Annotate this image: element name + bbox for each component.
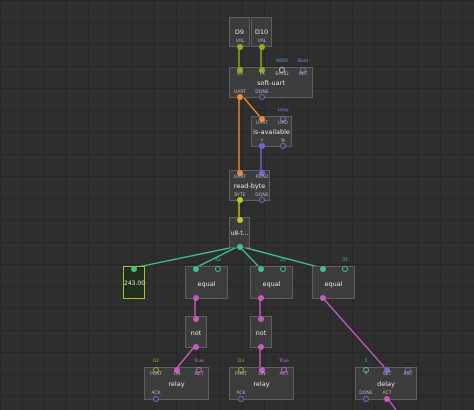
pin-label-act: ACT xyxy=(279,372,289,377)
link-u8-equal1[interactable] xyxy=(194,245,240,269)
pin-label-rx: RX xyxy=(236,72,244,77)
node-soft-uart[interactable]: 9600 Boot RX TX BAUD INIT soft-uart UART… xyxy=(229,59,313,100)
watch-value: 243.00 xyxy=(124,280,145,287)
node-label: D10 xyxy=(254,28,269,36)
pin-val[interactable] xyxy=(259,44,265,50)
pin-value: 31 xyxy=(342,258,348,263)
pin-label-baud: BAUD xyxy=(275,72,289,77)
pin-byte[interactable] xyxy=(237,197,243,203)
node-d10[interactable]: D10 VAL xyxy=(251,17,272,50)
pin-label-on: ON xyxy=(258,372,266,377)
node-label: equal xyxy=(197,280,216,288)
pin-uart[interactable] xyxy=(237,94,243,100)
node-label: soft-uart xyxy=(257,79,285,87)
pin-label-uart: UART xyxy=(233,175,247,180)
pin-value-baud: 9600 xyxy=(276,59,288,64)
pin-in-1[interactable] xyxy=(320,266,326,272)
links-layer xyxy=(132,47,397,410)
node-equal-2[interactable]: 20 equal xyxy=(250,258,293,301)
node-label: not xyxy=(255,329,267,337)
node-label: not xyxy=(190,329,202,337)
pin-in-1[interactable] xyxy=(258,266,264,272)
pin-label-port: PORT xyxy=(234,372,248,377)
pin-done[interactable] xyxy=(259,197,265,203)
node-label: read-byte xyxy=(233,182,266,190)
node-label: is-available xyxy=(253,128,290,136)
pin-ack[interactable] xyxy=(153,396,159,402)
node-label: equal xyxy=(262,280,281,288)
pin-value-act: True xyxy=(194,359,204,364)
pin-out[interactable] xyxy=(258,295,264,301)
patch-canvas[interactable]: D9 VAL D10 VAL 9600 Boot RX TX BAUD INIT… xyxy=(0,0,474,410)
pin-in-1[interactable] xyxy=(193,266,199,272)
link-not1-relay1[interactable] xyxy=(175,345,196,370)
pin-label-uart: UART xyxy=(255,121,269,126)
pin-in-2[interactable] xyxy=(280,266,286,272)
pin-label-set: SET xyxy=(382,372,392,377)
link-u8-equal3[interactable] xyxy=(238,245,323,269)
node-not-1[interactable]: not xyxy=(185,316,207,350)
pin-value-act: True xyxy=(279,359,289,364)
node-label: u8-t... xyxy=(230,230,249,237)
pin-y[interactable] xyxy=(259,143,265,149)
node-label: relay xyxy=(253,380,270,388)
pin-value: 42 xyxy=(215,258,221,263)
node-label: relay xyxy=(168,380,185,388)
node-relay-1[interactable]: D2 True PORT ON ACT relay ACK xyxy=(144,359,209,402)
pin-value-init: Boot xyxy=(297,59,309,64)
pin-label-on: ON xyxy=(173,372,181,377)
node-not-2[interactable]: not xyxy=(250,316,272,350)
pin-ack[interactable] xyxy=(238,396,244,402)
pin-value-port: D3 xyxy=(237,359,245,364)
pin-out[interactable] xyxy=(258,344,264,350)
node-label: delay xyxy=(377,380,395,388)
pin-out[interactable] xyxy=(193,344,199,350)
pin-value: 20 xyxy=(280,258,286,263)
node-read-byte[interactable]: UART READ read-byte BYTE DONE xyxy=(229,170,270,203)
link-u8-number[interactable] xyxy=(132,245,240,269)
node-label: equal xyxy=(324,280,343,288)
pin-output[interactable] xyxy=(237,244,243,250)
pin-act[interactable] xyxy=(384,396,390,402)
node-equal-1[interactable]: 42 equal xyxy=(185,258,228,301)
pin-input[interactable] xyxy=(131,266,137,272)
pin-in-2[interactable] xyxy=(342,266,348,272)
pin-label-port: PORT xyxy=(149,372,163,377)
pin-val[interactable] xyxy=(237,44,243,50)
node-equal-3[interactable]: 31 equal xyxy=(312,258,355,301)
pin-out[interactable] xyxy=(193,295,199,301)
node-relay-2[interactable]: D3 True PORT ON ACT relay ACK xyxy=(229,359,294,402)
pin-label-act: ACT xyxy=(194,372,204,377)
node-is-available[interactable]: Loop UART UPD is-available Y N xyxy=(251,108,292,149)
pin-label-rst: RST xyxy=(403,372,413,377)
pin-label-tx: TX xyxy=(259,72,265,77)
pin-in-2[interactable] xyxy=(215,266,221,272)
node-number-watch[interactable]: 243.00 xyxy=(123,266,145,299)
pin-in[interactable] xyxy=(193,316,199,322)
pin-input[interactable] xyxy=(237,217,243,223)
node-delay[interactable]: 5 T SET RST delay DONE ACT xyxy=(355,359,417,402)
pin-in[interactable] xyxy=(258,316,264,322)
pin-n[interactable] xyxy=(280,143,286,149)
node-label: D9 xyxy=(234,28,245,36)
pin-done[interactable] xyxy=(259,94,265,100)
pin-label-init: INIT xyxy=(298,72,308,77)
pin-value-t: 5 xyxy=(364,359,368,364)
pin-label-read: READ xyxy=(255,175,269,180)
pin-label-t: T xyxy=(364,372,368,377)
node-d9[interactable]: D9 VAL xyxy=(229,17,250,50)
pin-out[interactable] xyxy=(320,295,326,301)
link-equal3-delay[interactable] xyxy=(321,296,387,370)
pin-done[interactable] xyxy=(363,396,369,402)
pin-value-upd: Loop xyxy=(277,108,289,113)
pin-value-port: D2 xyxy=(152,359,160,364)
pin-label-upd: UPD xyxy=(278,121,288,126)
node-u8-to-number[interactable]: u8-t... xyxy=(229,217,250,250)
